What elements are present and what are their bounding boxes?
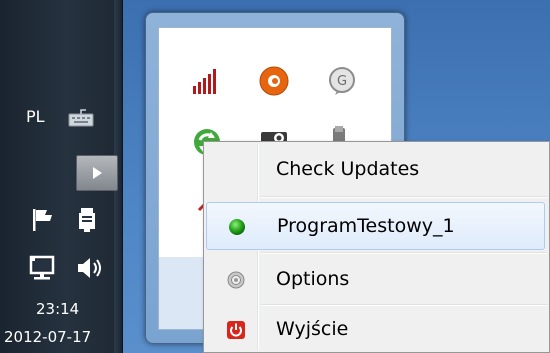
menu-item-label: ProgramTestowy_1 (277, 215, 455, 237)
show-hidden-icons-button[interactable] (76, 155, 118, 191)
gear-icon (227, 271, 245, 289)
volume-icon[interactable] (74, 254, 106, 282)
tray-context-menu: Check Updates ProgramTestowy_1 Options W… (203, 141, 550, 353)
gray-g-icon[interactable]: G (327, 66, 357, 96)
taskbar: PL 23:14 2012-07-17 (0, 0, 123, 353)
clock-date[interactable]: 2012-07-17 (4, 328, 91, 346)
network-icon[interactable] (28, 254, 60, 282)
power-icon (227, 321, 245, 339)
green-dot-icon (229, 219, 245, 235)
triangle-right-icon (93, 167, 102, 179)
clock-time[interactable]: 23:14 (36, 300, 79, 318)
menu-item-label: Wyjście (276, 318, 349, 340)
menu-separator (261, 196, 547, 198)
orange-g-icon[interactable] (258, 65, 290, 97)
menu-item-options[interactable]: Options (206, 256, 547, 302)
safely-remove-hardware-icon[interactable] (74, 206, 102, 234)
menu-separator (261, 252, 547, 254)
keyboard-icon[interactable] (66, 108, 96, 128)
menu-item-label: Options (276, 268, 350, 290)
action-center-flag-icon[interactable] (30, 207, 58, 233)
menu-item-check-updates[interactable]: Check Updates (206, 146, 547, 192)
language-indicator[interactable]: PL (26, 107, 45, 126)
signal-bars-icon[interactable] (191, 66, 221, 96)
svg-text:G: G (337, 74, 347, 89)
menu-item-label: Check Updates (276, 158, 420, 180)
menu-item-programtestowy[interactable]: ProgramTestowy_1 (206, 202, 545, 250)
menu-item-exit[interactable]: Wyjście (206, 306, 547, 352)
